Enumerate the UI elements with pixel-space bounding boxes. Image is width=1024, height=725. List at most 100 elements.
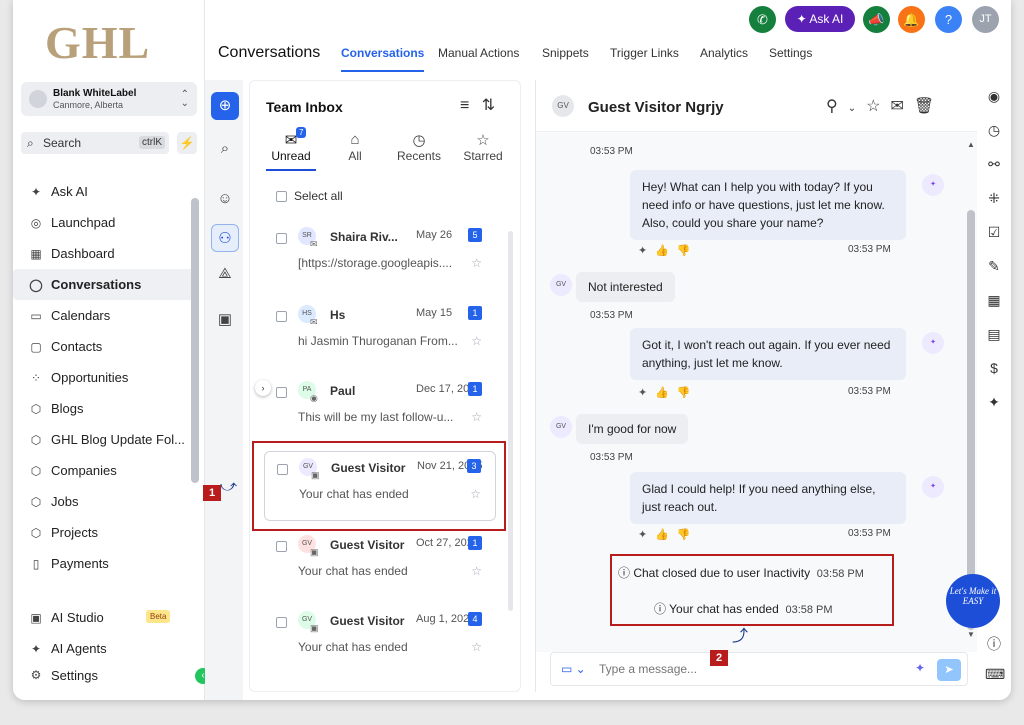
tab-analytics[interactable]: Analytics <box>700 46 748 60</box>
sidebar-item-projects[interactable]: ⬡ Projects <box>13 517 203 548</box>
calendar-icon[interactable]: ▦ <box>985 292 1003 310</box>
tab-manual-actions[interactable]: Manual Actions <box>438 46 519 60</box>
sidebar-item-opportunities[interactable]: ⁘ Opportunities <box>13 362 203 393</box>
inbox-tab-recents[interactable]: ◷ Recents <box>388 131 450 163</box>
notice-time: 03:58 PM <box>785 604 833 616</box>
sidebar-item-ai-agents[interactable]: ✦ AI Agents <box>13 633 203 664</box>
message-preview: Your chat has ended <box>298 564 408 578</box>
star-icon[interactable]: ☆ <box>471 564 482 578</box>
conversation-item[interactable]: GV ▣ Guest Visitor Aug 1, 2025 4 Your chat ha… <box>264 605 496 675</box>
info-icon[interactable]: ⓘ <box>985 634 1003 652</box>
sort-icon[interactable]: ⇅ <box>482 97 495 114</box>
select-all-checkbox[interactable]: Select all <box>276 189 343 203</box>
feedback-icons[interactable]: ✦👍👎 <box>638 244 699 257</box>
sidebar-item-launchpad[interactable]: ◎ Launchpad <box>13 207 203 238</box>
sidebar-item-ghl-blog-update-fol[interactable]: ⬡ GHL Blog Update Fol... <box>13 424 203 455</box>
sparkle-icon[interactable]: ✦ <box>985 394 1003 412</box>
sidebar-item-ask-ai[interactable]: ✦ Ask AI <box>13 176 203 207</box>
contact-icon[interactable]: ◉ <box>985 88 1003 106</box>
trash-icon[interactable]: 🗑 <box>914 98 944 115</box>
nav-label: Blogs <box>51 401 84 416</box>
outgoing-message: Glad I could help! If you need anything … <box>630 472 906 524</box>
sidebar-item-ai-studio[interactable]: ▣ AI Studio Beta <box>13 602 203 633</box>
widget-icon[interactable]: ▣ <box>211 306 239 334</box>
unread-count-badge: 1 <box>468 536 482 550</box>
chat-scrollbar-thumb[interactable] <box>967 210 975 630</box>
inbox-tab-starred[interactable]: ☆ Starred <box>452 131 514 163</box>
sidebar-item-jobs[interactable]: ⬡ Jobs <box>13 486 203 517</box>
tab-trigger-links[interactable]: Trigger Links <box>610 46 679 60</box>
phone-icon[interactable]: ✆ <box>749 6 776 33</box>
team-icon[interactable]: ⚇ <box>211 224 239 252</box>
tasks-icon[interactable]: ☑ <box>985 224 1003 242</box>
chat-scrollbar[interactable]: ▲ ▼ <box>967 140 975 640</box>
sidebar-item-dashboard[interactable]: ▦ Dashboard <box>13 238 203 269</box>
sidebar-item-conversations[interactable]: ◯ Conversations <box>13 269 197 300</box>
assign-icon[interactable]: ⚲ <box>826 98 848 115</box>
megaphone-icon[interactable]: 📣 <box>863 6 890 33</box>
sidebar-scrollbar[interactable] <box>191 198 199 483</box>
conversation-checkbox[interactable] <box>276 541 287 552</box>
message-input[interactable] <box>599 659 899 679</box>
workflow-icon[interactable]: ⚯ <box>985 156 1003 174</box>
conversation-checkbox[interactable] <box>276 311 287 322</box>
user-icon[interactable]: ☺ <box>211 185 239 213</box>
nav-label: Contacts <box>51 339 103 354</box>
send-button[interactable]: ➤ <box>937 659 961 681</box>
channel-select-icon[interactable]: ▭ ⌄ <box>561 662 586 676</box>
sidebar-item-companies[interactable]: ⬡ Companies <box>13 455 203 486</box>
filter-icon[interactable]: ≡ <box>460 97 469 114</box>
history-icon[interactable]: ◷ <box>985 122 1003 140</box>
conversation-checkbox[interactable] <box>276 233 287 244</box>
star-icon[interactable]: ☆ <box>471 334 482 348</box>
compose-icon[interactable]: ⊕ <box>211 92 239 120</box>
system-messages: ⓘ Chat closed due to user Inactivity 03:… <box>610 554 894 626</box>
conversation-checkbox[interactable] <box>276 387 287 398</box>
sidebar-item-blogs[interactable]: ⬡ Blogs <box>13 393 203 424</box>
ai-assist-icon[interactable]: ✦ <box>915 661 925 675</box>
account-switcher[interactable]: Blank WhiteLabel Canmore, Alberta ⌃ ⌄ <box>21 82 197 116</box>
document-icon[interactable]: ▤ <box>985 326 1003 344</box>
star-icon[interactable]: ☆ <box>866 98 890 115</box>
quick-action-bolt-icon[interactable]: ⚡ <box>177 132 197 154</box>
sidebar-item-calendars[interactable]: ▭ Calendars <box>13 300 203 331</box>
star-icon[interactable]: ☆ <box>471 256 482 270</box>
star-icon[interactable]: ☆ <box>471 640 482 654</box>
network-icon[interactable]: ⟁ <box>211 260 239 288</box>
apps-icon[interactable]: ⁜ <box>985 190 1003 208</box>
tab-conversations[interactable]: Conversations <box>341 46 425 72</box>
user-avatar[interactable]: JT <box>972 6 999 33</box>
top-bar: ✆ ✦ Ask AI 📣 🔔 ? JT Conversations Conver… <box>205 0 1011 72</box>
inbox-scrollbar[interactable] <box>508 231 513 611</box>
feedback-icons[interactable]: ✦👍👎 <box>638 386 699 399</box>
conversation-item[interactable]: HS ✉ Hs May 15 1 hi Jasmin Thuroganan From...… <box>264 299 496 369</box>
scroll-up-icon[interactable]: ▲ <box>967 140 975 149</box>
feedback-icons[interactable]: ✦👍👎 <box>638 528 699 541</box>
composer: ▭ ⌄ ✦ ➤ <box>550 652 968 686</box>
sidebar-item-contacts[interactable]: ▢ Contacts <box>13 331 203 362</box>
mark-read-icon[interactable]: ✉ <box>890 98 913 115</box>
bell-icon[interactable]: 🔔 <box>898 6 925 33</box>
help-icon[interactable]: ? <box>935 6 962 33</box>
search-shortcut: ctrlK <box>139 136 165 149</box>
star-icon[interactable]: ☆ <box>471 410 482 424</box>
ask-ai-button[interactable]: ✦ Ask AI <box>785 6 855 32</box>
conversation-item[interactable]: PA ◉ Paul Dec 17, 2025 1 This will be my last… <box>264 375 496 445</box>
pen-icon[interactable]: ✎ <box>985 258 1003 276</box>
conversation-item[interactable]: SR ✉ Shaira Riv... May 26 5 [https://storage.… <box>264 221 496 291</box>
inbox-tab-all[interactable]: ⌂ All <box>324 131 386 163</box>
conversation-checkbox[interactable] <box>276 617 287 628</box>
inbox-tab-unread[interactable]: ✉ 7 Unread <box>260 127 322 171</box>
tab-settings[interactable]: Settings <box>769 46 812 60</box>
sidebar-item-payments[interactable]: ▯ Payments <box>13 548 203 579</box>
sidebar-item-settings[interactable]: ⚙ Settings <box>13 664 203 686</box>
tab-snippets[interactable]: Snippets <box>542 46 589 60</box>
expand-panel-icon[interactable]: › <box>255 380 271 396</box>
scroll-down-icon[interactable]: ▼ <box>967 630 975 639</box>
dollar-icon[interactable]: $ <box>985 360 1003 378</box>
search-input[interactable]: ⌕ Search ctrlK <box>21 132 169 154</box>
keyboard-icon[interactable]: ⌨ <box>985 666 1005 684</box>
chevron-down-icon[interactable]: ⌄ <box>848 103 856 114</box>
conversation-item[interactable]: GV ▣ Guest Visitor Oct 27, 2025 1 Your chat h… <box>264 529 496 599</box>
search-icon[interactable]: ⌕ <box>211 135 239 163</box>
